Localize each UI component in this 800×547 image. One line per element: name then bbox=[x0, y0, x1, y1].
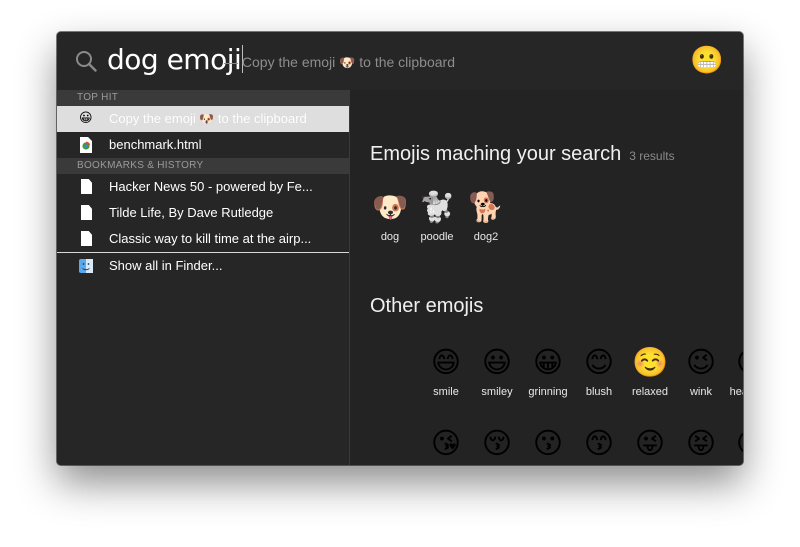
grinning-emoji-icon: 😀 bbox=[532, 347, 564, 379]
emoji-poodle[interactable]: 🐩 poodle bbox=[411, 190, 463, 260]
search-bar: dog emoji — Copy the emoji 🐶 to the clip… bbox=[57, 32, 743, 90]
emoji-dog[interactable]: 🐶 dog bbox=[364, 190, 416, 260]
document-icon bbox=[81, 179, 92, 194]
emoji-blush[interactable]: 😊 blush bbox=[573, 345, 625, 415]
emoji-name: smile bbox=[433, 386, 459, 398]
emoji-wink[interactable]: 😉 wink bbox=[675, 345, 727, 415]
search-hint: — Copy the emoji 🐶 to the clipboard bbox=[224, 53, 455, 72]
poodle-emoji-icon: 🐩 bbox=[418, 192, 456, 224]
emoji-app-icon: 😀 bbox=[79, 110, 93, 125]
result-count: 3 results bbox=[629, 149, 675, 163]
document-icon bbox=[81, 205, 92, 220]
section-header-top-hit: TOP HIT bbox=[57, 90, 349, 106]
emoji-smiley[interactable]: 😃 smiley bbox=[471, 345, 523, 415]
emoji-name: grinning bbox=[528, 386, 568, 398]
emoji-name: poodle bbox=[420, 231, 454, 243]
html-file-icon bbox=[80, 137, 92, 153]
kissing-emoji-icon: 😗 bbox=[532, 428, 564, 460]
show-all-in-finder[interactable]: Show all in Finder... bbox=[57, 253, 349, 279]
dog-face-emoji-icon: 🐶 bbox=[371, 192, 409, 224]
emoji-kissing[interactable]: 😗 kissing bbox=[522, 426, 574, 465]
emoji-panel: Emojis maching your search 3 results 🐶 do… bbox=[350, 90, 743, 465]
smile-emoji-icon: 😄 bbox=[430, 347, 462, 379]
document-icon bbox=[81, 231, 92, 246]
grimacing-emoji-icon: 😬 bbox=[690, 45, 724, 75]
emoji-name: wink bbox=[689, 386, 712, 398]
bookmark-item[interactable]: Classic way to kill time at the airp... bbox=[57, 226, 349, 252]
dog-emoji-icon: 🐶 bbox=[339, 55, 356, 70]
emoji-name: relaxed bbox=[631, 386, 669, 398]
bookmark-label: Tilde Life, By Dave Rutledge bbox=[109, 205, 274, 220]
emoji-heart-eyes[interactable]: 😍 heart_ey bbox=[725, 345, 743, 415]
result-top-hit[interactable]: 😀 Copy the emoji 🐶 to the clipboard bbox=[57, 106, 349, 132]
search-input[interactable]: dog emoji bbox=[107, 42, 244, 78]
emoji-name: dog bbox=[380, 231, 400, 243]
blush-emoji-icon: 😊 bbox=[583, 347, 615, 379]
dog-emoji-icon: 🐕 bbox=[467, 192, 505, 224]
kissing-smiling-eyes-emoji-icon: 😙 bbox=[583, 428, 615, 460]
emoji-name: dog2 bbox=[473, 231, 499, 243]
relaxed-emoji-icon: ☺️ bbox=[631, 347, 669, 379]
emoji-name: blush bbox=[585, 386, 613, 398]
result-label: Copy the emoji 🐶 to the clipboard bbox=[109, 111, 307, 126]
dog-emoji-icon: 🐶 bbox=[199, 112, 215, 126]
emoji-stuck-out-tongue-closed-eyes[interactable]: 😝 stuck_ou bbox=[675, 426, 727, 465]
bookmark-label: Classic way to kill time at the airp... bbox=[109, 231, 312, 246]
matching-heading: Emojis maching your search 3 results bbox=[370, 143, 675, 166]
spotlight-window: dog emoji — Copy the emoji 🐶 to the clip… bbox=[57, 32, 743, 465]
finder-label: Show all in Finder... bbox=[109, 258, 223, 273]
emoji-dog2[interactable]: 🐕 dog2 bbox=[460, 190, 512, 260]
stuck-out-tongue-emoji-icon: 😛 bbox=[725, 426, 743, 462]
smiley-emoji-icon: 😃 bbox=[481, 347, 513, 379]
emoji-name: heart_ey bbox=[729, 386, 743, 398]
bookmark-item[interactable]: Hacker News 50 - powered by Fe... bbox=[57, 174, 349, 200]
bookmark-label: Hacker News 50 - powered by Fe... bbox=[109, 179, 313, 194]
hint-prefix: — Copy the emoji bbox=[224, 54, 340, 70]
other-heading: Other emojis bbox=[370, 295, 484, 317]
emoji-stuck-out-tongue-winking[interactable]: 😜 stuck_ou bbox=[624, 426, 676, 465]
emoji-kissing-heart[interactable]: 😘 kissing_h bbox=[420, 426, 472, 465]
search-icon bbox=[76, 51, 97, 72]
emoji-grinning[interactable]: 😀 grinning bbox=[522, 345, 574, 415]
kissing-heart-emoji-icon: 😘 bbox=[430, 428, 462, 460]
wink-emoji-icon: 😉 bbox=[685, 347, 717, 379]
stuck-out-tongue-closed-eyes-emoji-icon: 😝 bbox=[685, 428, 717, 460]
finder-icon bbox=[79, 259, 93, 273]
emoji-kissing-smiling-eyes[interactable]: 😙 kissing_s bbox=[573, 426, 625, 465]
hint-suffix: to the clipboard bbox=[355, 54, 455, 70]
heart-eyes-emoji-icon: 😍 bbox=[725, 345, 743, 381]
kissing-closed-eyes-emoji-icon: 😚 bbox=[481, 428, 513, 460]
result-benchmark-html[interactable]: benchmark.html bbox=[57, 132, 349, 158]
section-header-bookmarks: BOOKMARKS & HISTORY bbox=[57, 158, 349, 174]
emoji-stuck-out-tongue[interactable]: 😛 stuck_ou bbox=[725, 426, 743, 465]
emoji-relaxed[interactable]: ☺️ relaxed bbox=[624, 345, 676, 415]
search-query-text: dog emoji bbox=[107, 43, 242, 76]
emoji-kissing-closed-eyes[interactable]: 😚 kissing_c bbox=[471, 426, 523, 465]
results-list: TOP HIT 😀 Copy the emoji 🐶 to the clipbo… bbox=[57, 90, 350, 465]
matching-title: Emojis maching your search bbox=[370, 143, 622, 165]
emoji-smile[interactable]: 😄 smile bbox=[420, 345, 472, 415]
stuck-out-tongue-winking-emoji-icon: 😜 bbox=[634, 428, 666, 460]
bookmark-item[interactable]: Tilde Life, By Dave Rutledge bbox=[57, 200, 349, 226]
emoji-name: smiley bbox=[481, 386, 513, 398]
result-label: benchmark.html bbox=[109, 137, 202, 152]
